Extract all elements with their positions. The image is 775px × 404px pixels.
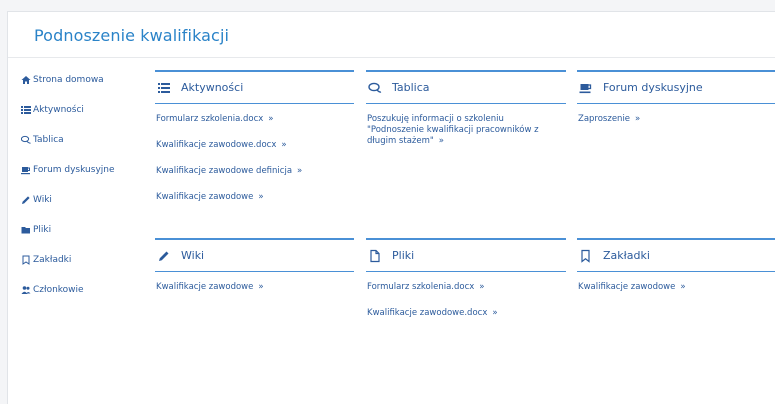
users-icon	[21, 286, 31, 294]
link-text: Kwalifikacje zawodowe.docx	[367, 308, 488, 318]
widget-title: Zakładki	[603, 249, 650, 262]
widget-title: Tablica	[392, 81, 430, 94]
sidebar-item-activities[interactable]: Aktywności	[21, 105, 84, 115]
file-icon	[370, 249, 380, 262]
sidebar-item-bookmarks[interactable]: Zakładki	[21, 255, 71, 265]
link-text: Kwalifikacje zawodowe	[156, 192, 254, 202]
board-post-link[interactable]: Poszukuję informacji o szkoleniu "Podnos…	[366, 114, 547, 147]
pencil-icon	[159, 251, 169, 261]
link-text: Kwalifikacje zawodowe.docx	[156, 140, 277, 150]
bookmark-icon	[22, 255, 30, 265]
link-text: Formularz szkolenia.docx	[367, 282, 475, 292]
widget-title: Forum dyskusyjne	[603, 81, 703, 94]
widget-tablica: Tablica Poszukuję informacji o szkoleniu…	[366, 70, 566, 162]
sidebar-item-label: Zakładki	[33, 255, 72, 265]
title-divider	[8, 57, 775, 58]
arrow-icon: »	[438, 136, 444, 146]
list-icon	[158, 82, 170, 93]
arrow-icon: »	[680, 282, 686, 292]
activity-link[interactable]: Formularz szkolenia.docx »	[155, 114, 354, 125]
arrow-icon: »	[258, 282, 264, 292]
main-panel: Podnoszenie kwalifikacji Strona domowa A…	[7, 11, 775, 404]
widget-title: Aktywności	[181, 81, 244, 94]
arrow-icon: »	[479, 282, 485, 292]
widget-wiki: Wiki Kwalifikacje zawodowe »	[155, 238, 354, 308]
arrow-icon: »	[281, 140, 287, 150]
sidebar-item-wiki[interactable]: Wiki	[21, 195, 52, 205]
sidebar-item-label: Członkowie	[33, 285, 84, 295]
comments-icon	[368, 82, 382, 93]
file-link[interactable]: Formularz szkolenia.docx »	[366, 282, 566, 293]
widget-header: Wiki	[155, 238, 354, 272]
link-text: Poszukuję informacji o szkoleniu "Podnos…	[367, 114, 539, 146]
sidebar-item-home[interactable]: Strona domowa	[21, 75, 104, 85]
sidebar-item-files[interactable]: Pliki	[21, 225, 51, 235]
sidebar-item-board[interactable]: Tablica	[21, 135, 64, 145]
widget-title: Wiki	[181, 249, 205, 262]
activity-link[interactable]: Kwalifikacje zawodowe »	[155, 192, 354, 203]
coffee-cup-icon	[21, 167, 30, 175]
forum-link[interactable]: Zaproszenie »	[577, 114, 775, 125]
widget-header: Tablica	[366, 70, 566, 104]
comments-icon	[21, 135, 31, 144]
widget-header: Pliki	[366, 238, 566, 272]
link-text: Formularz szkolenia.docx	[156, 114, 264, 124]
folder-icon	[21, 227, 30, 234]
widget-title: Pliki	[392, 249, 415, 262]
link-text: Zaproszenie	[578, 114, 631, 124]
home-icon	[21, 76, 31, 84]
coffee-cup-icon	[579, 83, 592, 93]
widget-pliki: Pliki Formularz szkolenia.docx » Kwalifik…	[366, 238, 566, 334]
sidebar-item-label: Tablica	[33, 135, 64, 145]
arrow-icon: »	[268, 114, 274, 124]
widget-forum: Forum dyskusyjne Zaproszenie »	[577, 70, 775, 140]
arrow-icon: »	[297, 166, 303, 176]
list-icon	[21, 106, 31, 114]
sidebar-item-label: Pliki	[33, 225, 52, 235]
bookmark-icon	[581, 249, 590, 263]
file-link[interactable]: Kwalifikacje zawodowe.docx »	[366, 308, 566, 319]
widget-header: Zakładki	[577, 238, 775, 272]
sidebar-item-label: Aktywności	[33, 105, 84, 115]
sidebar-item-forum[interactable]: Forum dyskusyjne	[21, 165, 115, 175]
sidebar-item-members[interactable]: Członkowie	[21, 285, 84, 295]
arrow-icon: »	[635, 114, 641, 124]
sidebar-item-label: Forum dyskusyjne	[33, 165, 115, 175]
arrow-icon: »	[492, 308, 498, 318]
link-text: Kwalifikacje zawodowe	[156, 282, 254, 292]
wiki-link[interactable]: Kwalifikacje zawodowe »	[155, 282, 354, 293]
widget-aktywnosci: Aktywności Formularz szkolenia.docx » Kwa…	[155, 70, 354, 218]
widget-header: Aktywności	[155, 70, 354, 104]
sidebar-item-label: Strona domowa	[33, 75, 104, 85]
widget-header: Forum dyskusyjne	[577, 70, 775, 104]
widget-zakladki: Zakładki Kwalifikacje zawodowe »	[577, 238, 775, 308]
activity-link[interactable]: Kwalifikacje zawodowe definicja »	[155, 166, 354, 177]
activity-link[interactable]: Kwalifikacje zawodowe.docx »	[155, 140, 354, 151]
page-title: Podnoszenie kwalifikacji	[34, 26, 230, 45]
sidebar-item-label: Wiki	[33, 195, 52, 205]
link-text: Kwalifikacje zawodowe	[578, 282, 676, 292]
bookmark-link[interactable]: Kwalifikacje zawodowe »	[577, 282, 775, 293]
pencil-icon	[22, 196, 30, 204]
arrow-icon: »	[258, 192, 264, 202]
link-text: Kwalifikacje zawodowe definicja	[156, 166, 293, 176]
